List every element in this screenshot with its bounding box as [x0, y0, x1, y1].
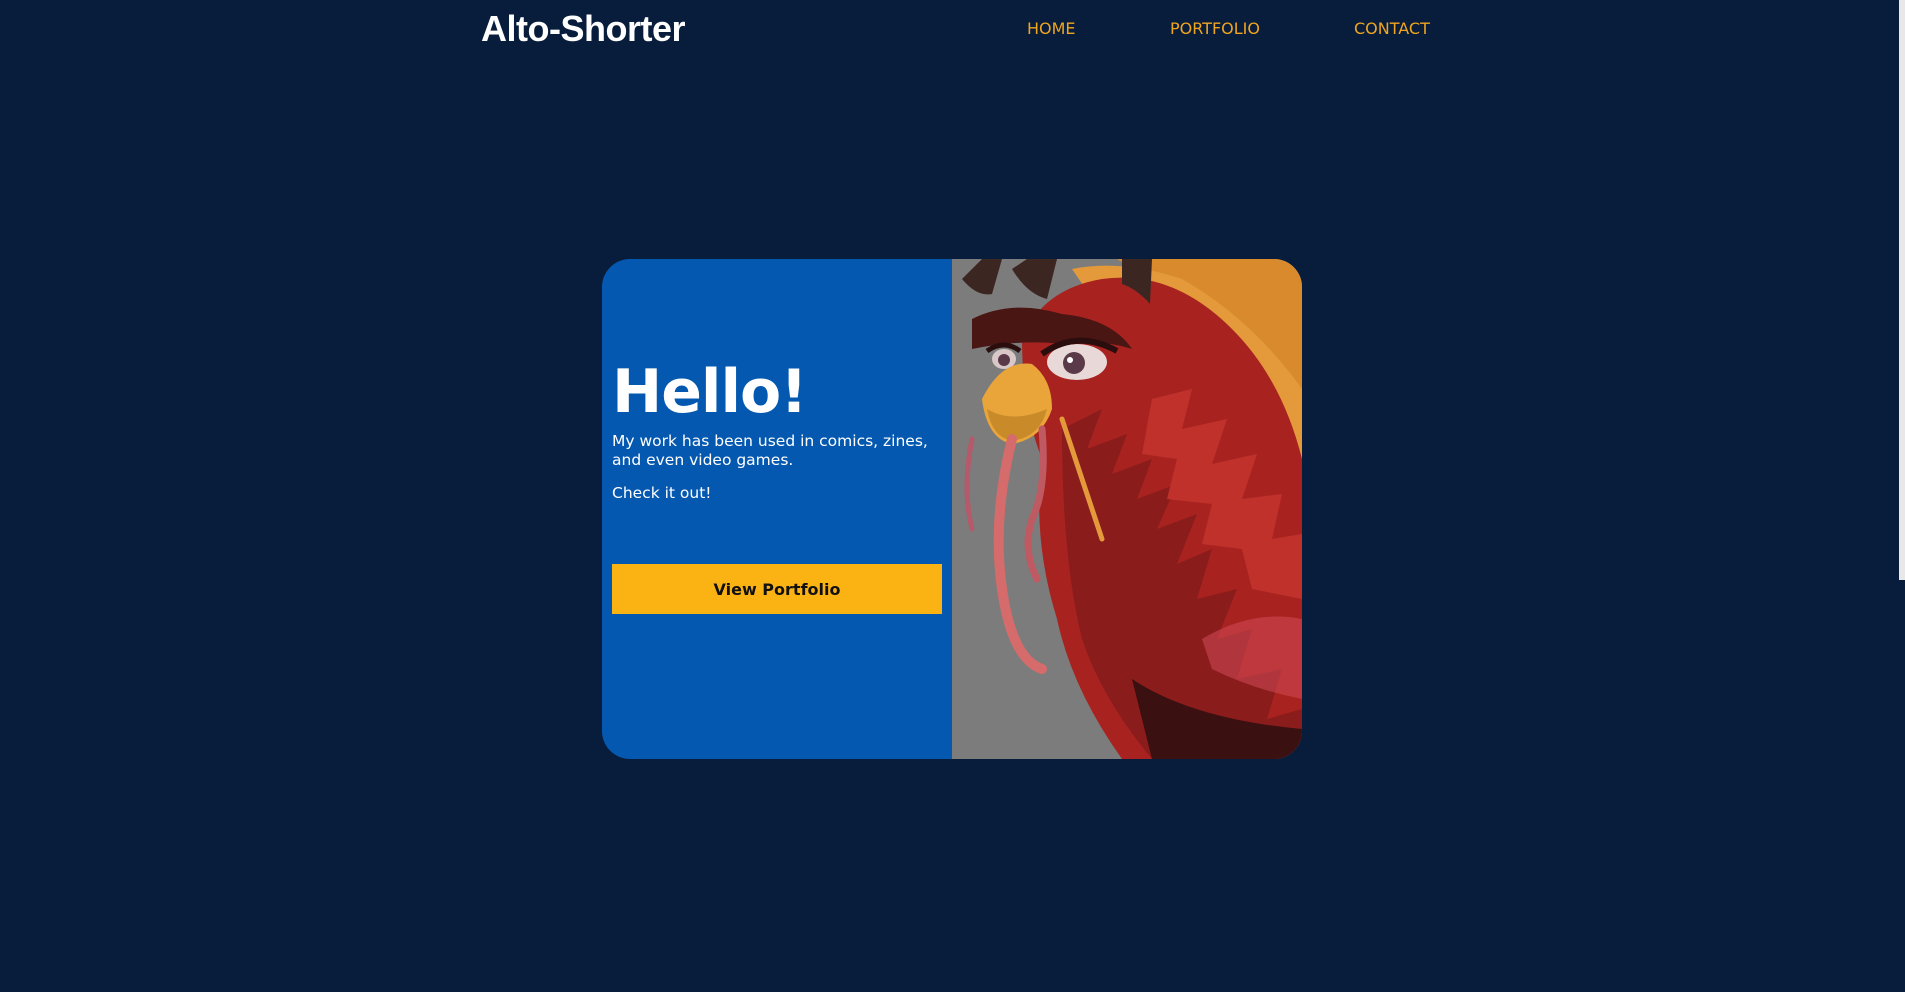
hero-intro-text: My work has been used in comics, zines, … [612, 432, 928, 469]
nav-home-link[interactable]: HOME [1027, 19, 1076, 39]
bird-illustration [952, 259, 1302, 759]
view-portfolio-button[interactable]: View Portfolio [612, 564, 942, 614]
hero-cta-text: Check it out! [612, 484, 712, 502]
nav-contact-link[interactable]: CONTACT [1354, 19, 1430, 39]
hero-title: Hello! [612, 357, 808, 427]
site-logo[interactable]: Alto-Shorter [481, 8, 686, 50]
hero-card: Hello! My work has been used in comics, … [602, 259, 1302, 759]
nav-portfolio-link[interactable]: PORTFOLIO [1170, 19, 1260, 39]
page-scrollbar[interactable] [1899, 0, 1905, 580]
hero-text-panel: Hello! My work has been used in comics, … [602, 259, 952, 759]
bird-illustration-art [952, 259, 1302, 759]
